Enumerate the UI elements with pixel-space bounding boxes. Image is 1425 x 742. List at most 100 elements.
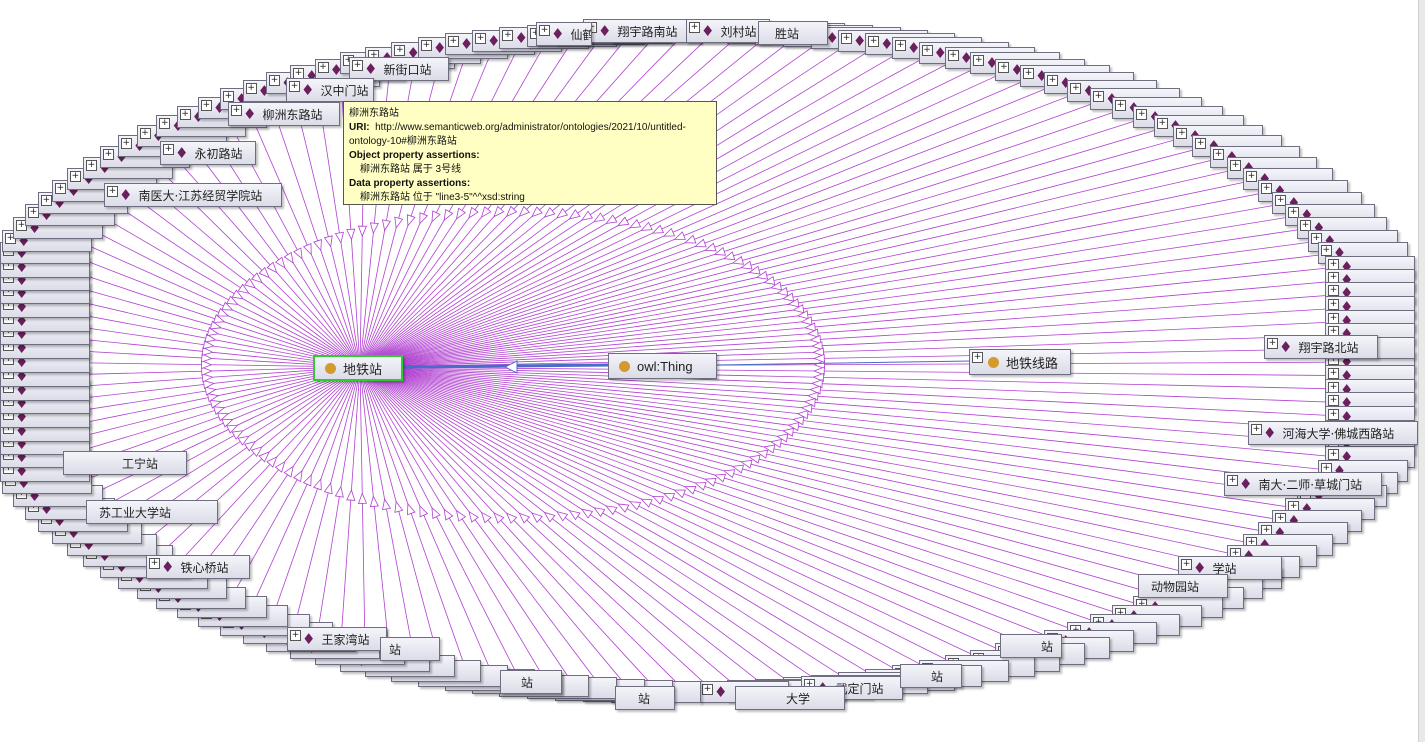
- tooltip-uri: URI: http://www.semanticweb.org/administ…: [349, 122, 686, 147]
- plus-icon[interactable]: +: [268, 75, 280, 87]
- individual-node[interactable]: 站: [380, 637, 440, 661]
- plus-icon[interactable]: +: [868, 36, 880, 48]
- plus-icon[interactable]: +: [1156, 118, 1168, 130]
- plus-icon[interactable]: +: [1176, 128, 1188, 140]
- individual-node[interactable]: 大学: [735, 686, 845, 710]
- plus-icon[interactable]: +: [1328, 285, 1339, 297]
- plus-icon[interactable]: +: [1261, 183, 1273, 195]
- plus-icon[interactable]: +: [290, 630, 301, 641]
- individual-node[interactable]: 站: [900, 664, 962, 688]
- individual-node[interactable]: 苏工业大学站: [86, 500, 218, 524]
- plus-icon[interactable]: +: [1328, 409, 1339, 421]
- individual-node[interactable]: + ♦ 铁心桥站: [146, 555, 250, 579]
- scrollbar[interactable]: [1418, 0, 1425, 742]
- plus-icon[interactable]: +: [502, 29, 514, 41]
- plus-icon[interactable]: +: [317, 61, 329, 73]
- plus-icon[interactable]: +: [1115, 99, 1127, 111]
- plus-icon[interactable]: +: [475, 32, 486, 44]
- individual-node[interactable]: 胜站: [758, 21, 828, 45]
- diamond-icon: ♦: [1239, 475, 1253, 493]
- plus-icon[interactable]: +: [921, 44, 933, 56]
- plus-icon[interactable]: +: [1328, 271, 1339, 283]
- plus-icon[interactable]: +: [1047, 75, 1058, 87]
- individual-node[interactable]: 站: [1000, 634, 1062, 658]
- plus-icon[interactable]: +: [447, 36, 459, 48]
- plus-icon[interactable]: +: [998, 61, 1010, 73]
- plus-icon[interactable]: +: [1195, 138, 1207, 150]
- individual-node[interactable]: +♦仙鹤: [536, 22, 592, 46]
- plus-icon[interactable]: +: [54, 183, 66, 195]
- plus-icon[interactable]: +: [1230, 160, 1242, 172]
- individual-node[interactable]: + ♦ 翔宇路北站: [1264, 335, 1378, 359]
- plus-icon[interactable]: +: [973, 55, 985, 67]
- individual-node[interactable]: + ♦ 南大·二师·草城门站: [1224, 472, 1382, 496]
- plus-icon[interactable]: +: [222, 91, 234, 103]
- plus-icon[interactable]: +: [394, 44, 406, 56]
- plus-icon[interactable]: +: [1267, 338, 1278, 349]
- individual-node[interactable]: 站: [615, 686, 675, 710]
- plus-icon[interactable]: +: [179, 108, 191, 120]
- plus-icon[interactable]: +: [102, 149, 114, 161]
- plus-icon[interactable]: +: [1136, 108, 1148, 120]
- individual-node[interactable]: 动物园站: [1138, 574, 1228, 598]
- class-node-station[interactable]: 地铁站: [313, 355, 403, 381]
- plus-icon[interactable]: +: [231, 105, 242, 116]
- individual-node[interactable]: + ♦ 南医大·江苏经贸学院站: [104, 183, 282, 207]
- plus-icon[interactable]: +: [947, 49, 959, 61]
- plus-icon[interactable]: +: [40, 195, 52, 207]
- plus-icon[interactable]: +: [895, 40, 907, 52]
- individual-node[interactable]: 工宁站: [63, 451, 187, 475]
- plus-icon[interactable]: +: [200, 99, 212, 111]
- plus-icon[interactable]: +: [1070, 83, 1082, 95]
- plus-icon[interactable]: +: [702, 683, 714, 695]
- plus-icon[interactable]: +: [163, 144, 174, 155]
- individual-node[interactable]: + ♦ 永初路站: [160, 141, 256, 165]
- individual-node[interactable]: +♦翔宇路南站: [583, 19, 701, 43]
- plus-icon[interactable]: +: [1213, 149, 1225, 161]
- plus-icon[interactable]: +: [1251, 424, 1262, 435]
- individual-node[interactable]: + ♦ 河海大学·佛城西路站: [1248, 421, 1418, 445]
- plus-icon[interactable]: +: [689, 22, 700, 33]
- plus-icon[interactable]: +: [149, 558, 160, 569]
- plus-icon[interactable]: +: [420, 40, 432, 52]
- diamond-icon: ♦: [119, 186, 133, 204]
- plus-icon[interactable]: +: [1227, 475, 1238, 486]
- individual-node[interactable]: + ♦ 柳洲东路站: [228, 102, 340, 126]
- tooltip-data-heading: Data property assertions:: [349, 178, 471, 189]
- plus-icon[interactable]: +: [107, 186, 118, 197]
- diamond-icon: ♦: [551, 25, 565, 43]
- plus-icon[interactable]: +: [1328, 381, 1339, 393]
- plus-icon[interactable]: +: [1246, 171, 1258, 183]
- plus-icon[interactable]: +: [159, 118, 171, 130]
- plus-icon[interactable]: +: [972, 352, 983, 363]
- class-node-metro-line[interactable]: + 地铁线路: [969, 349, 1071, 375]
- plus-icon[interactable]: +: [69, 171, 81, 183]
- plus-icon[interactable]: +: [1023, 68, 1034, 80]
- diamond-icon: ♦: [161, 558, 175, 576]
- circle-icon: [325, 362, 336, 374]
- plus-icon[interactable]: +: [1093, 91, 1105, 103]
- individual-node[interactable]: + ♦ 王家湾站: [287, 627, 387, 651]
- diamond-icon: ♦: [302, 630, 316, 648]
- plus-icon[interactable]: +: [840, 32, 852, 44]
- diamond-icon: ♦: [175, 144, 189, 162]
- plus-icon[interactable]: +: [120, 138, 132, 150]
- plus-icon[interactable]: +: [352, 60, 363, 71]
- plus-icon[interactable]: +: [1328, 298, 1339, 310]
- class-node-thing[interactable]: owl:Thing: [608, 353, 717, 379]
- individual-node[interactable]: + ♦ 汉中门站: [286, 78, 374, 102]
- plus-icon[interactable]: +: [245, 83, 257, 95]
- plus-icon[interactable]: +: [1328, 367, 1339, 379]
- diamond-icon: ♦: [701, 22, 715, 40]
- individual-node[interactable]: 站: [500, 670, 562, 694]
- plus-icon[interactable]: +: [139, 128, 151, 140]
- diamond-icon: ♦: [714, 682, 728, 701]
- diamond-icon: ♦: [598, 22, 612, 40]
- plus-icon[interactable]: +: [1328, 395, 1339, 407]
- plus-icon[interactable]: +: [539, 25, 550, 36]
- plus-icon[interactable]: +: [1328, 312, 1339, 324]
- plus-icon[interactable]: +: [85, 160, 97, 172]
- circle-icon: [988, 356, 999, 368]
- plus-icon[interactable]: +: [1181, 559, 1192, 570]
- plus-icon[interactable]: +: [289, 81, 300, 92]
